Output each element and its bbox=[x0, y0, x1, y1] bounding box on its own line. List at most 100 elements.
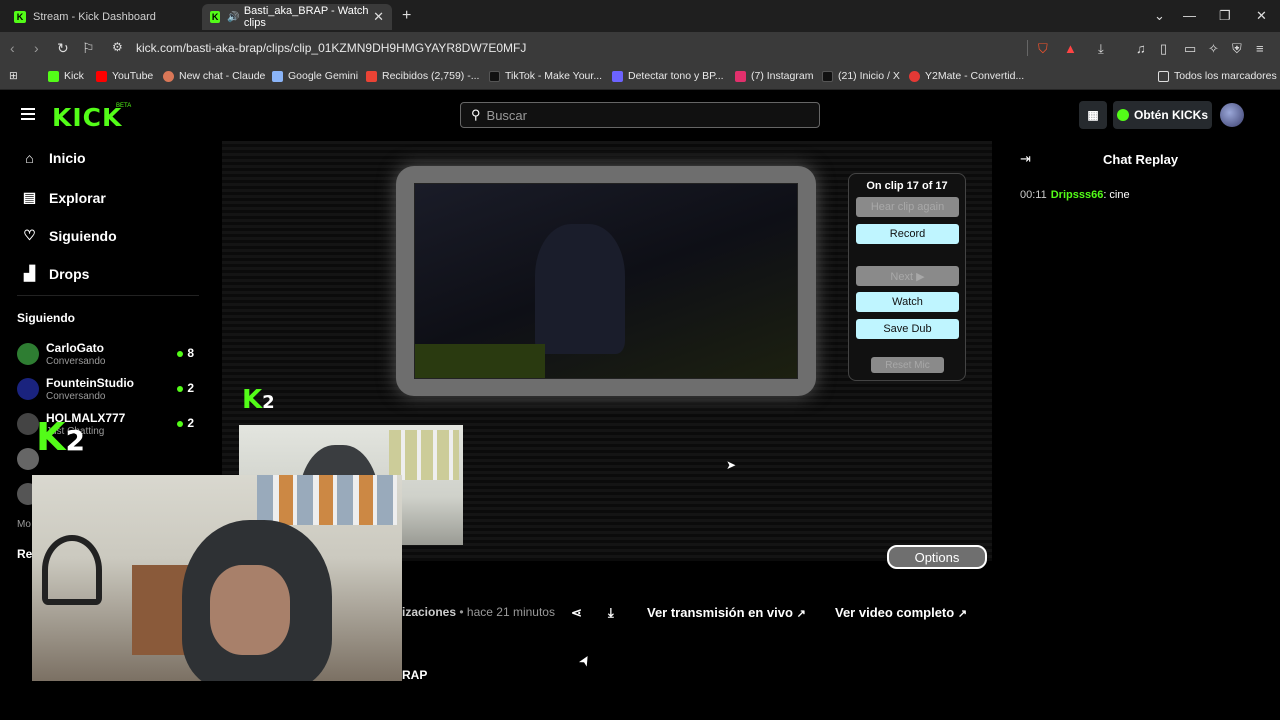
close-tab-icon[interactable]: ✕ bbox=[373, 9, 384, 25]
bookmarks-bar: ⊞ Kick YouTube New chat - Claude Google … bbox=[0, 64, 1280, 90]
vpn-icon[interactable]: ⛨ bbox=[1232, 41, 1242, 57]
home-icon: ⌂ bbox=[25, 150, 34, 166]
new-tab-button[interactable]: + bbox=[402, 7, 411, 25]
browse-icon: ▤ bbox=[22, 189, 37, 205]
full-video-button[interactable]: Ver video completo ↗ bbox=[835, 605, 967, 620]
bookmark-gemini[interactable]: Google Gemini bbox=[272, 70, 358, 82]
get-kicks-button[interactable]: Obtén KICKs bbox=[1113, 101, 1212, 129]
back-icon[interactable]: ‹ bbox=[10, 40, 15, 56]
sidebar-item-siguiendo[interactable]: ♡ Siguiendo bbox=[22, 227, 116, 244]
kick-favicon-icon: K bbox=[14, 11, 26, 23]
gmail-icon bbox=[366, 70, 377, 82]
webcam-main bbox=[32, 475, 402, 683]
download-icon[interactable]: ⤓ bbox=[1098, 41, 1104, 57]
all-bookmarks[interactable]: Todos los marcadores bbox=[1158, 70, 1277, 82]
viewer-count: 8 bbox=[177, 346, 194, 360]
site-info-icon[interactable]: ⚙ bbox=[112, 40, 123, 54]
share-icon[interactable]: ⋖ bbox=[571, 605, 582, 621]
search-icon: ⚲ bbox=[471, 107, 481, 122]
bookmark-claude[interactable]: New chat - Claude bbox=[163, 70, 265, 82]
beta-badge: BETA bbox=[116, 103, 132, 109]
channel-name: RAP bbox=[402, 668, 428, 682]
sidebar-item-inicio[interactable]: ⌂ Inicio bbox=[22, 150, 85, 166]
search-input[interactable]: ⚲ Buscar bbox=[460, 102, 820, 128]
wall-posters bbox=[389, 430, 459, 480]
bookmark-kick[interactable]: Kick bbox=[48, 70, 84, 82]
claude-icon bbox=[163, 70, 174, 82]
kicks-coin-icon bbox=[1116, 109, 1129, 121]
bookmark-x[interactable]: (21) Inicio / X bbox=[822, 70, 900, 82]
music-icon[interactable]: ♫ bbox=[1136, 41, 1146, 56]
sidebar-item-explorar[interactable]: ▤ Explorar bbox=[22, 189, 106, 206]
reload-icon[interactable]: ↻ bbox=[57, 40, 69, 57]
close-window-icon[interactable]: ✕ bbox=[1256, 8, 1267, 24]
brave-rewards-icon[interactable]: ▲ bbox=[1064, 41, 1077, 56]
views-count: izaciones • hace 21 minutos bbox=[402, 605, 555, 619]
instagram-icon bbox=[735, 70, 746, 82]
detectar-icon bbox=[612, 70, 623, 82]
next-button[interactable]: Next ▶ bbox=[856, 266, 959, 286]
mouse-cursor-icon: ➤ bbox=[574, 651, 595, 670]
bookmark-tiktok[interactable]: TikTok - Make Your... bbox=[489, 70, 602, 82]
save-dub-button[interactable]: Save Dub bbox=[856, 319, 959, 339]
options-button[interactable]: Options bbox=[887, 545, 987, 569]
wallet-icon[interactable]: ▭ bbox=[1184, 41, 1196, 57]
restore-icon[interactable]: ❐ bbox=[1219, 8, 1231, 24]
k2-badge-large: K2 bbox=[36, 415, 85, 459]
hear-clip-again-button[interactable]: Hear clip again bbox=[856, 197, 959, 217]
clip-video[interactable] bbox=[414, 183, 798, 379]
following-item[interactable]: FounteinStudio Conversando 2 bbox=[17, 376, 197, 408]
kick-icon bbox=[48, 70, 59, 82]
collapse-chat-icon[interactable]: ⇥ bbox=[1020, 151, 1031, 167]
bookmark-page-icon[interactable]: ⚐ bbox=[82, 40, 95, 57]
tab-list-chevron-icon[interactable]: ⌄ bbox=[1154, 8, 1165, 24]
section-label: Re bbox=[17, 547, 33, 561]
apps-grid-icon[interactable]: ⊞ bbox=[9, 70, 18, 82]
clip-counter: On clip 17 of 17 bbox=[866, 180, 948, 192]
bookmark-instagram[interactable]: (7) Instagram bbox=[735, 70, 813, 82]
sidebar-item-drops[interactable]: ▟ Drops bbox=[22, 265, 89, 282]
speaker-icon: 🔊 bbox=[227, 11, 240, 23]
tab-kick-dashboard[interactable]: K Stream - Kick Dashboard bbox=[6, 4, 196, 30]
x-icon bbox=[822, 70, 833, 82]
youtube-icon bbox=[96, 70, 107, 82]
bookmark-detectar[interactable]: Detectar tono y BP... bbox=[612, 70, 724, 82]
minimize-icon[interactable]: — bbox=[1183, 8, 1196, 23]
forward-icon[interactable]: › bbox=[34, 40, 39, 56]
headphones bbox=[42, 535, 102, 605]
url-field[interactable]: kick.com/basti-aka-brap/clips/clip_01KZM… bbox=[136, 41, 526, 55]
tab-title: Stream - Kick Dashboard bbox=[33, 11, 156, 23]
kick-logo[interactable]: KICK bbox=[52, 103, 122, 132]
kick-favicon-icon: K bbox=[210, 11, 221, 23]
bottom-bar bbox=[0, 681, 1280, 720]
bookmark-y2mate[interactable]: Y2Mate - Convertid... bbox=[909, 70, 1024, 82]
tiktok-icon bbox=[489, 70, 500, 82]
gemini-icon bbox=[272, 70, 283, 82]
video-floor bbox=[415, 344, 545, 378]
mouse-cursor-icon: ➤ bbox=[726, 458, 737, 472]
brave-shield-icon[interactable]: ⛉ bbox=[1038, 41, 1048, 57]
streamer-face bbox=[210, 565, 290, 655]
tab-watch-clips[interactable]: K 🔊 Basti_aka_BRAP - Watch clips ✕ bbox=[202, 4, 392, 30]
avatar bbox=[17, 378, 39, 400]
dashboard-button[interactable]: ▦ bbox=[1079, 101, 1107, 129]
avatar bbox=[17, 343, 39, 365]
watch-button[interactable]: Watch bbox=[856, 292, 959, 312]
chat-title: Chat Replay bbox=[1103, 152, 1179, 167]
bookmark-youtube[interactable]: YouTube bbox=[96, 70, 153, 82]
bookmark-gmail[interactable]: Recibidos (2,759) -... bbox=[366, 70, 479, 82]
download-clip-icon[interactable]: ⤓ bbox=[608, 605, 614, 621]
leo-ai-icon[interactable]: ✧ bbox=[1208, 41, 1219, 57]
hamburger-menu-icon[interactable] bbox=[21, 108, 35, 123]
sidebar-icon[interactable]: ▯ bbox=[1160, 41, 1167, 57]
user-avatar[interactable] bbox=[1220, 103, 1244, 127]
watch-live-button[interactable]: Ver transmisión en vivo ↗ bbox=[647, 605, 806, 620]
viewer-count: 2 bbox=[177, 381, 194, 395]
record-button[interactable]: Record bbox=[856, 224, 959, 244]
dub-control-panel: On clip 17 of 17 Hear clip again Record … bbox=[848, 173, 966, 381]
following-item[interactable]: CarloGato Conversando 8 bbox=[17, 341, 197, 373]
dashboard-icon: ▦ bbox=[1087, 108, 1099, 122]
menu-icon[interactable]: ≡ bbox=[1256, 41, 1264, 56]
external-link-icon: ↗ bbox=[957, 608, 968, 620]
reset-mic-button[interactable]: Reset Mic bbox=[871, 357, 944, 373]
